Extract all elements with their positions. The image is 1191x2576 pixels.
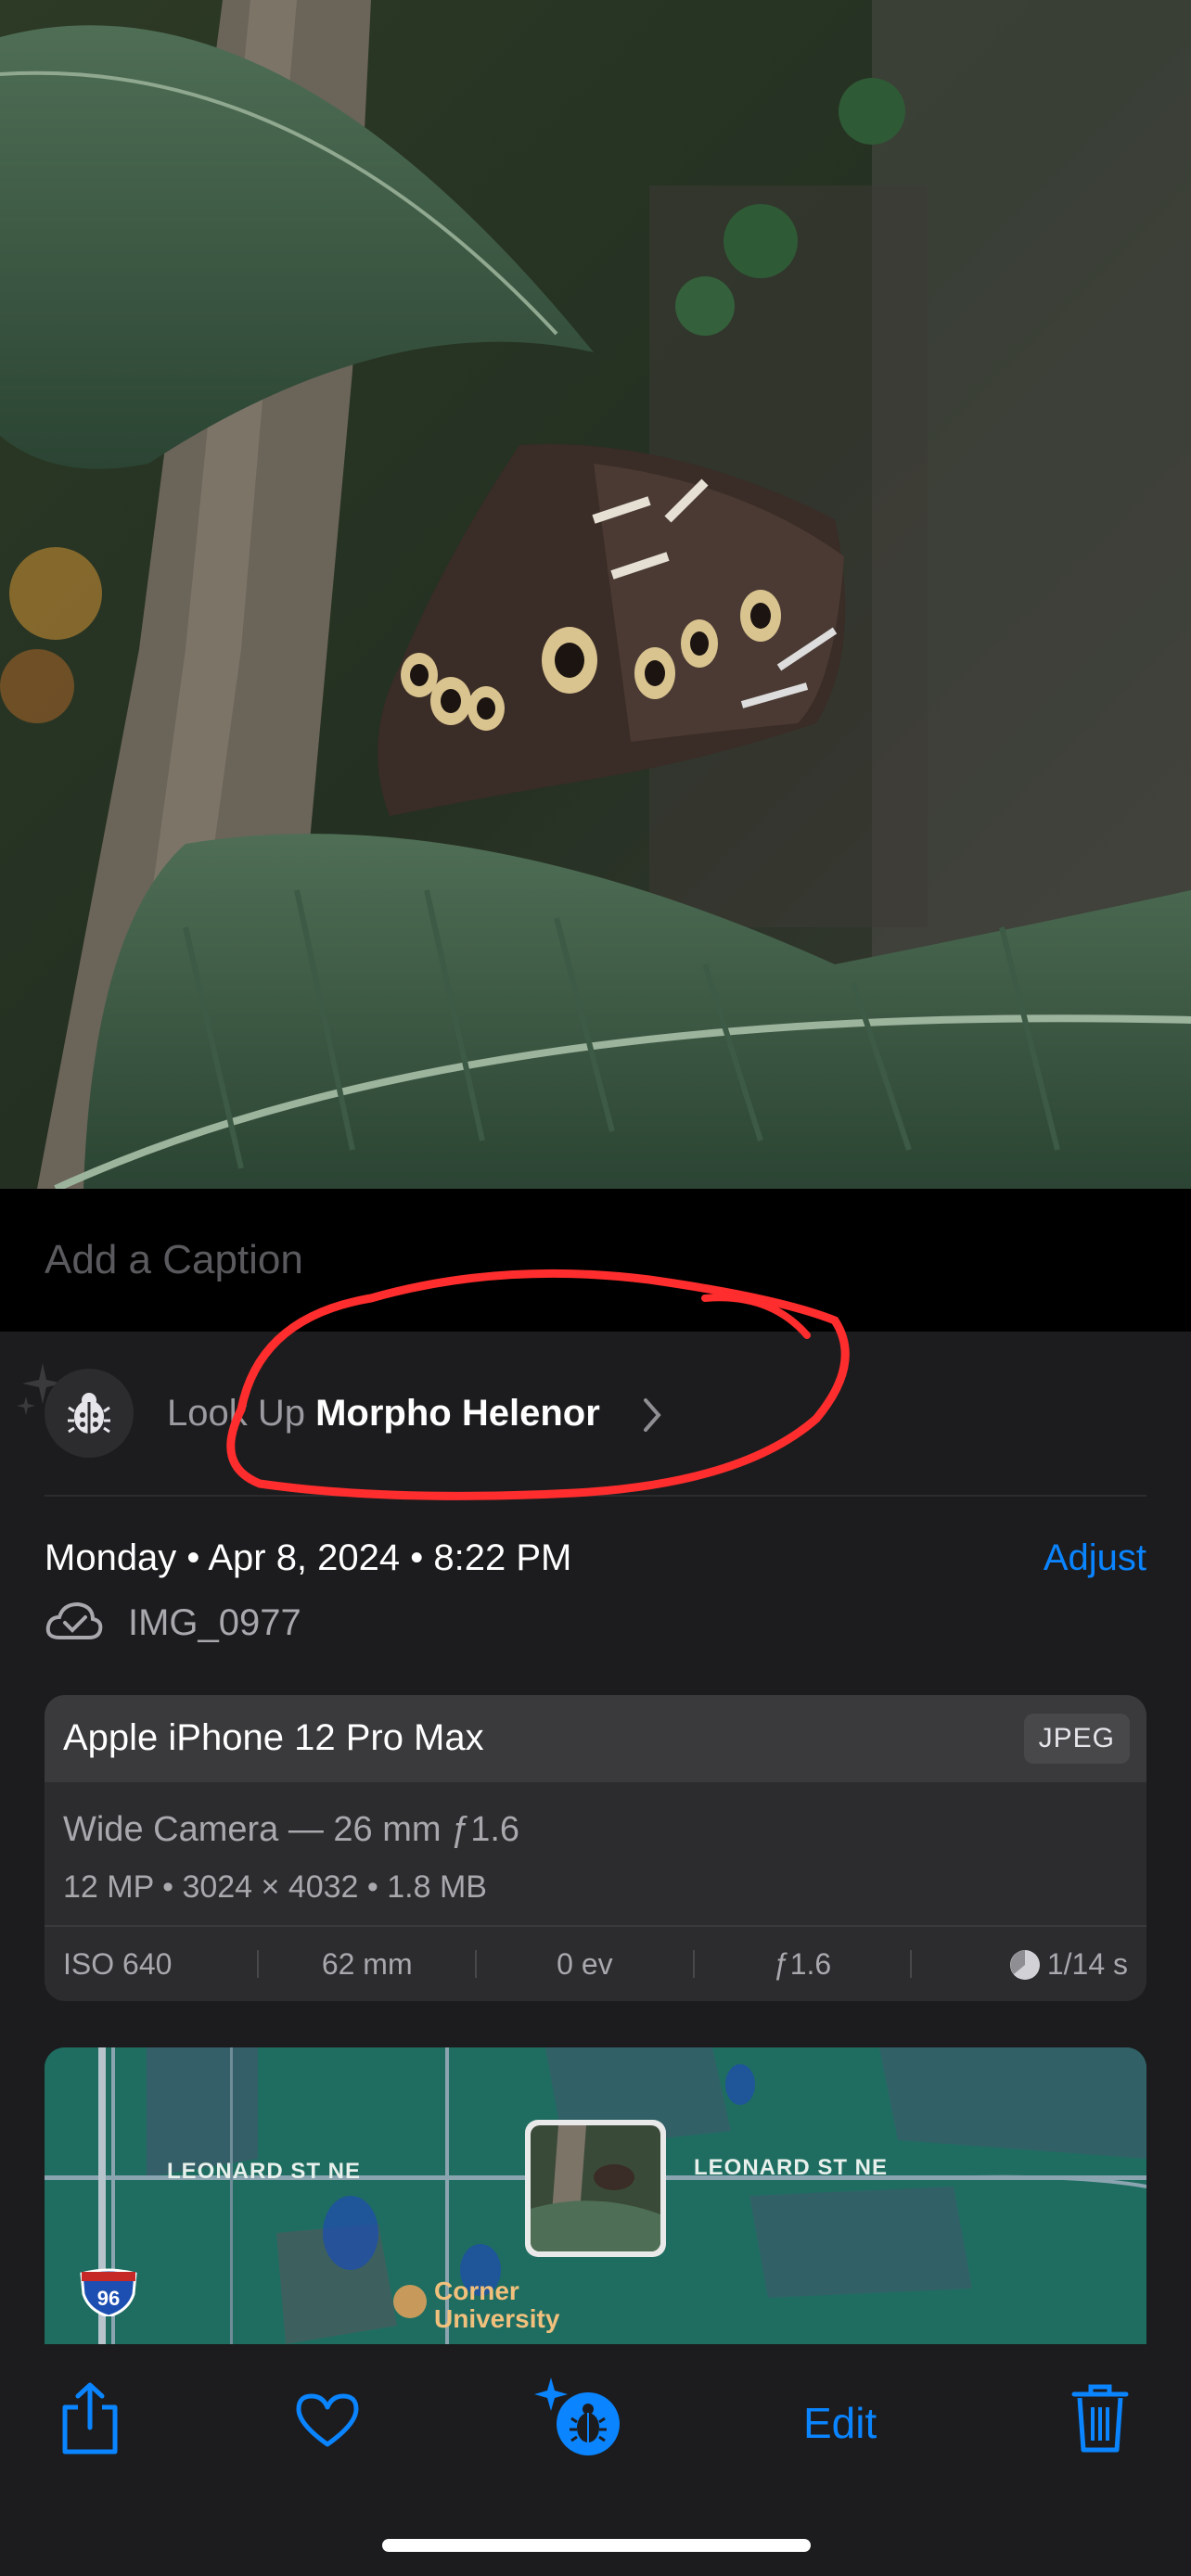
lookup-badge[interactable] bbox=[45, 1369, 134, 1458]
adjust-button[interactable]: Adjust bbox=[1044, 1537, 1146, 1579]
street-label: LEONARD ST NE bbox=[694, 2155, 889, 2180]
ladybug-icon bbox=[68, 1393, 110, 1434]
highway-number: 96 bbox=[97, 2287, 120, 2310]
shutter-icon bbox=[1009, 1949, 1040, 1980]
focal-length-value: 62 mm bbox=[321, 1946, 413, 1981]
aperture-value: ƒ1.6 bbox=[773, 1946, 832, 1981]
device-name: Apple iPhone 12 Pro Max bbox=[63, 1717, 484, 1758]
interstate-shield-icon: 96 bbox=[80, 2268, 137, 2316]
exposure-value: 0 ev bbox=[557, 1946, 613, 1981]
pin-thumbnail bbox=[531, 2125, 660, 2251]
exif-card: Apple iPhone 12 Pro Max JPEG Wide Camera… bbox=[45, 1695, 1146, 2001]
home-indicator[interactable] bbox=[382, 2539, 811, 2552]
place-label[interactable]: Corner University bbox=[434, 2277, 559, 2333]
edit-button[interactable]: Edit bbox=[803, 2398, 877, 2448]
image-specs: 12 MP • 3024 × 4032 • 1.8 MB bbox=[63, 1869, 487, 1905]
photo[interactable] bbox=[0, 0, 1191, 1189]
date-time: Monday • Apr 8, 2024 • 8:22 PM bbox=[45, 1537, 572, 1578]
icloud-check-icon bbox=[45, 1601, 103, 1639]
lens-info: Wide Camera — 26 mm ƒ1.6 bbox=[63, 1810, 520, 1849]
university-icon bbox=[393, 2285, 427, 2318]
shutter-value: 1/14 s bbox=[1046, 1946, 1129, 1981]
format-badge: JPEG bbox=[1023, 1714, 1130, 1764]
filename: IMG_0977 bbox=[128, 1602, 301, 1643]
share-icon[interactable] bbox=[58, 2381, 122, 2455]
trash-icon[interactable] bbox=[1070, 2381, 1130, 2455]
exif-row: ISO 640 62 mm 0 ev ƒ1.6 1/14 s bbox=[45, 1927, 1146, 2001]
location-map[interactable]: LEONARD ST NE LEONARD ST NE 96 Corner Un… bbox=[45, 2047, 1146, 2363]
shutter-speed: 1/14 s bbox=[912, 1947, 1146, 1982]
street-label: LEONARD ST NE bbox=[167, 2159, 362, 2184]
photo-image bbox=[0, 0, 1191, 1189]
heart-icon[interactable] bbox=[295, 2392, 360, 2448]
iso-value: ISO 640 bbox=[63, 1946, 173, 1981]
photo-location-pin[interactable] bbox=[525, 2120, 666, 2257]
exif-header: Apple iPhone 12 Pro Max JPEG bbox=[45, 1695, 1146, 1782]
place-label-line2: University bbox=[434, 2304, 560, 2333]
visual-lookup-icon[interactable] bbox=[534, 2376, 623, 2459]
place-label-line1: Corner bbox=[434, 2276, 519, 2305]
bottom-toolbar: Edit bbox=[0, 2344, 1191, 2576]
annotation-circle bbox=[226, 1269, 850, 1500]
